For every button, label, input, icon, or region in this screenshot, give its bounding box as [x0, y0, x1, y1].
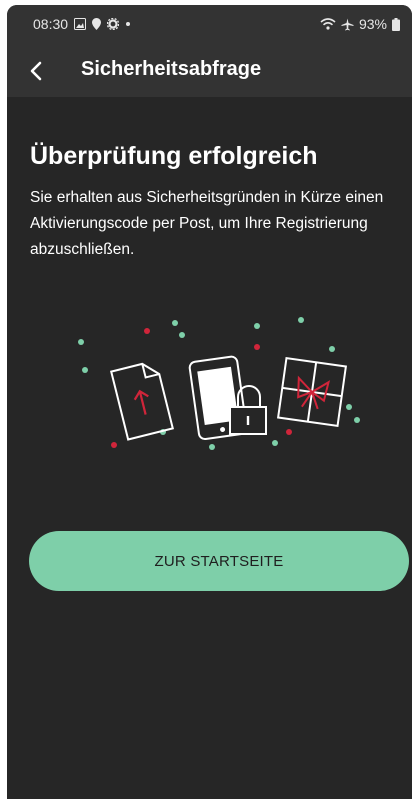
chevron-left-icon — [30, 61, 42, 81]
phone-screen: 08:30 93% Sicherheitsabfrage Überprüfung… — [7, 5, 412, 799]
lock-icon — [229, 385, 267, 435]
success-heading: Überprüfung erfolgreich — [30, 142, 318, 170]
status-right: 93% — [320, 16, 400, 32]
battery-percent: 93% — [358, 16, 387, 32]
airplane-icon — [341, 18, 354, 30]
document-upload-icon — [110, 362, 174, 441]
app-bar: Sicherheitsabfrage — [7, 45, 412, 97]
status-bar: 08:30 93% — [7, 5, 412, 45]
gallery-icon — [74, 18, 87, 30]
home-button[interactable]: ZUR STARTSEITE — [29, 531, 409, 591]
wifi-icon — [320, 18, 336, 30]
battery-icon — [392, 17, 400, 31]
status-left: 08:30 — [33, 16, 131, 32]
location-icon — [92, 18, 102, 30]
status-time: 08:30 — [33, 16, 69, 32]
dot-icon — [126, 22, 131, 26]
settings-icon — [107, 18, 120, 30]
back-button[interactable] — [21, 55, 53, 87]
gift-icon — [276, 356, 348, 428]
illustration — [78, 317, 360, 450]
main-content: Überprüfung erfolgreich Sie erhalten aus… — [7, 97, 412, 799]
page-title: Sicherheitsabfrage — [81, 58, 262, 80]
success-message: Sie erhalten aus Sicherheitsgründen in K… — [30, 189, 384, 258]
